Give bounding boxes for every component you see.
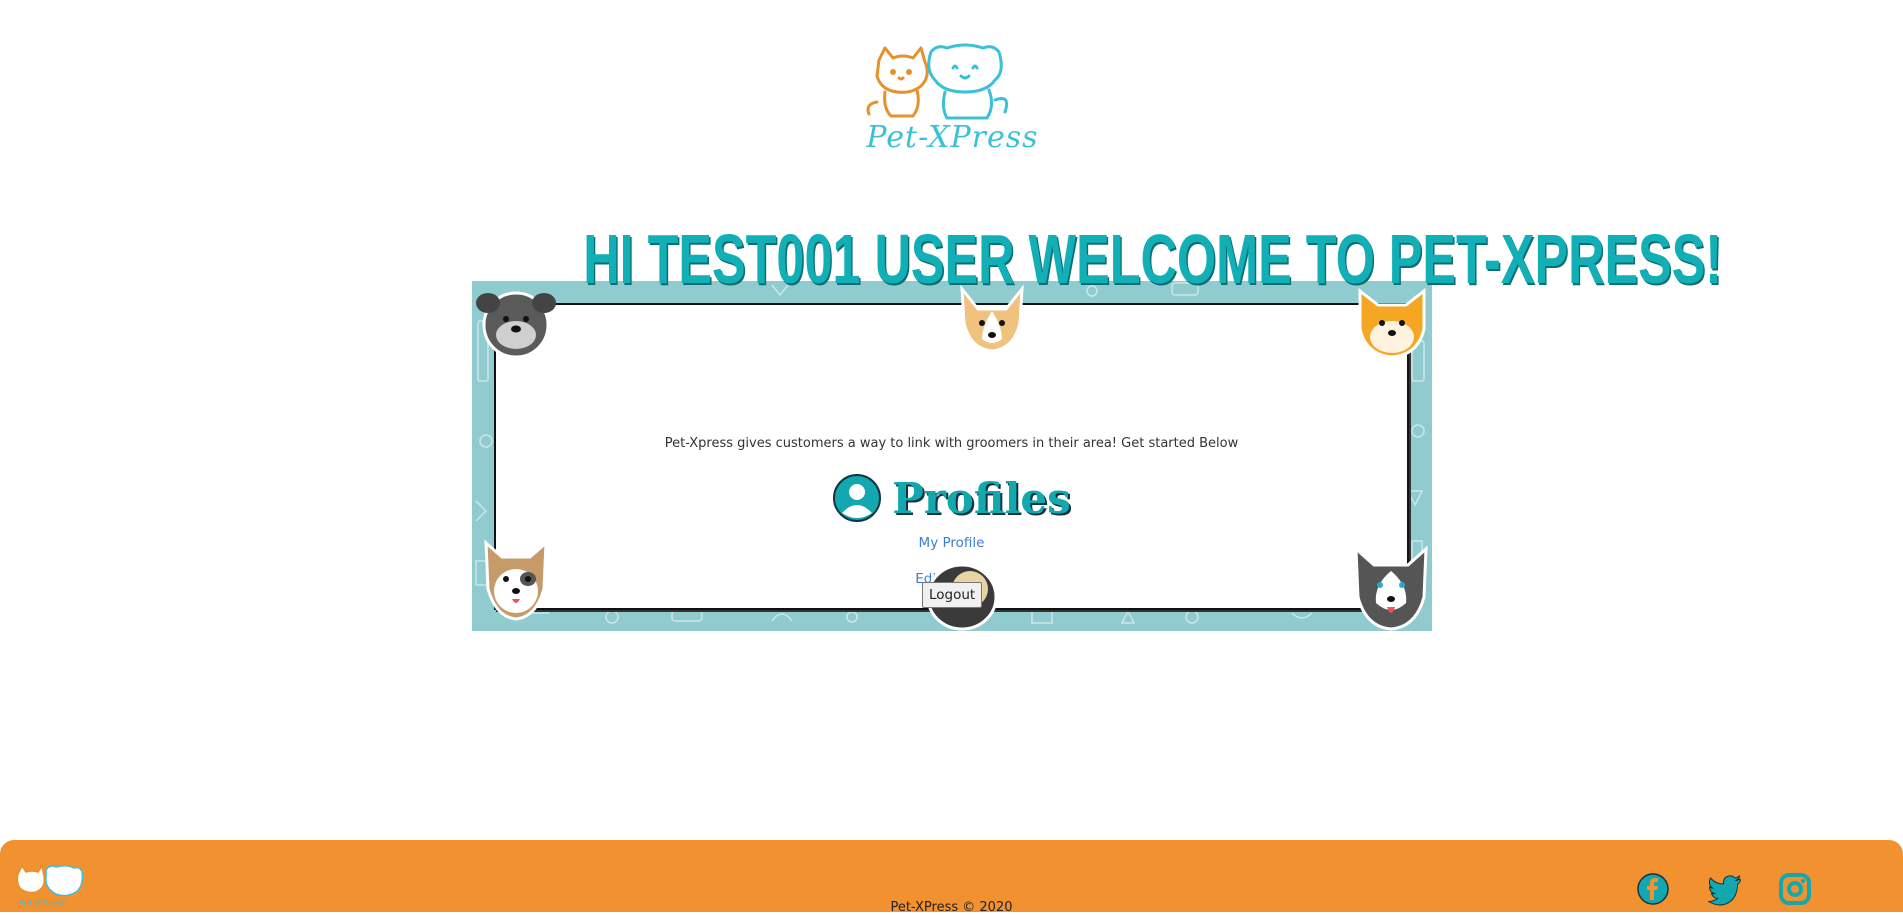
cat-dog-logo-icon	[866, 43, 1009, 120]
user-circle-icon	[833, 474, 882, 522]
facebook-icon[interactable]	[1636, 872, 1670, 906]
schnauzer-dog-icon	[476, 291, 556, 359]
profiles-title: Profiles	[892, 473, 1071, 523]
site-logo[interactable]: Pet-XPress	[855, 42, 1050, 160]
copyright-text: Pet-XPress © 2020	[890, 900, 1013, 915]
terrier-dog-icon	[484, 539, 548, 621]
twitter-icon[interactable]	[1708, 872, 1742, 906]
my-profile-link[interactable]: My Profile	[496, 535, 1407, 551]
profiles-heading: Profiles	[496, 470, 1407, 526]
husky-dog-icon	[1354, 545, 1428, 631]
logo-text: Pet-XPress	[866, 120, 1039, 155]
logout-button[interactable]: Logout	[922, 582, 983, 608]
footer: Pet-XPress Pet-XPress © 2020	[0, 840, 1903, 915]
profile-card-frame: Pet-Xpress gives customers a way to link…	[472, 281, 1432, 631]
tagline-text: Pet-Xpress gives customers a way to link…	[664, 436, 1239, 451]
welcome-heading: HI TEST001 USER WELCOME TO PET-XPRESS!	[583, 220, 1723, 298]
instagram-icon[interactable]	[1778, 872, 1812, 906]
